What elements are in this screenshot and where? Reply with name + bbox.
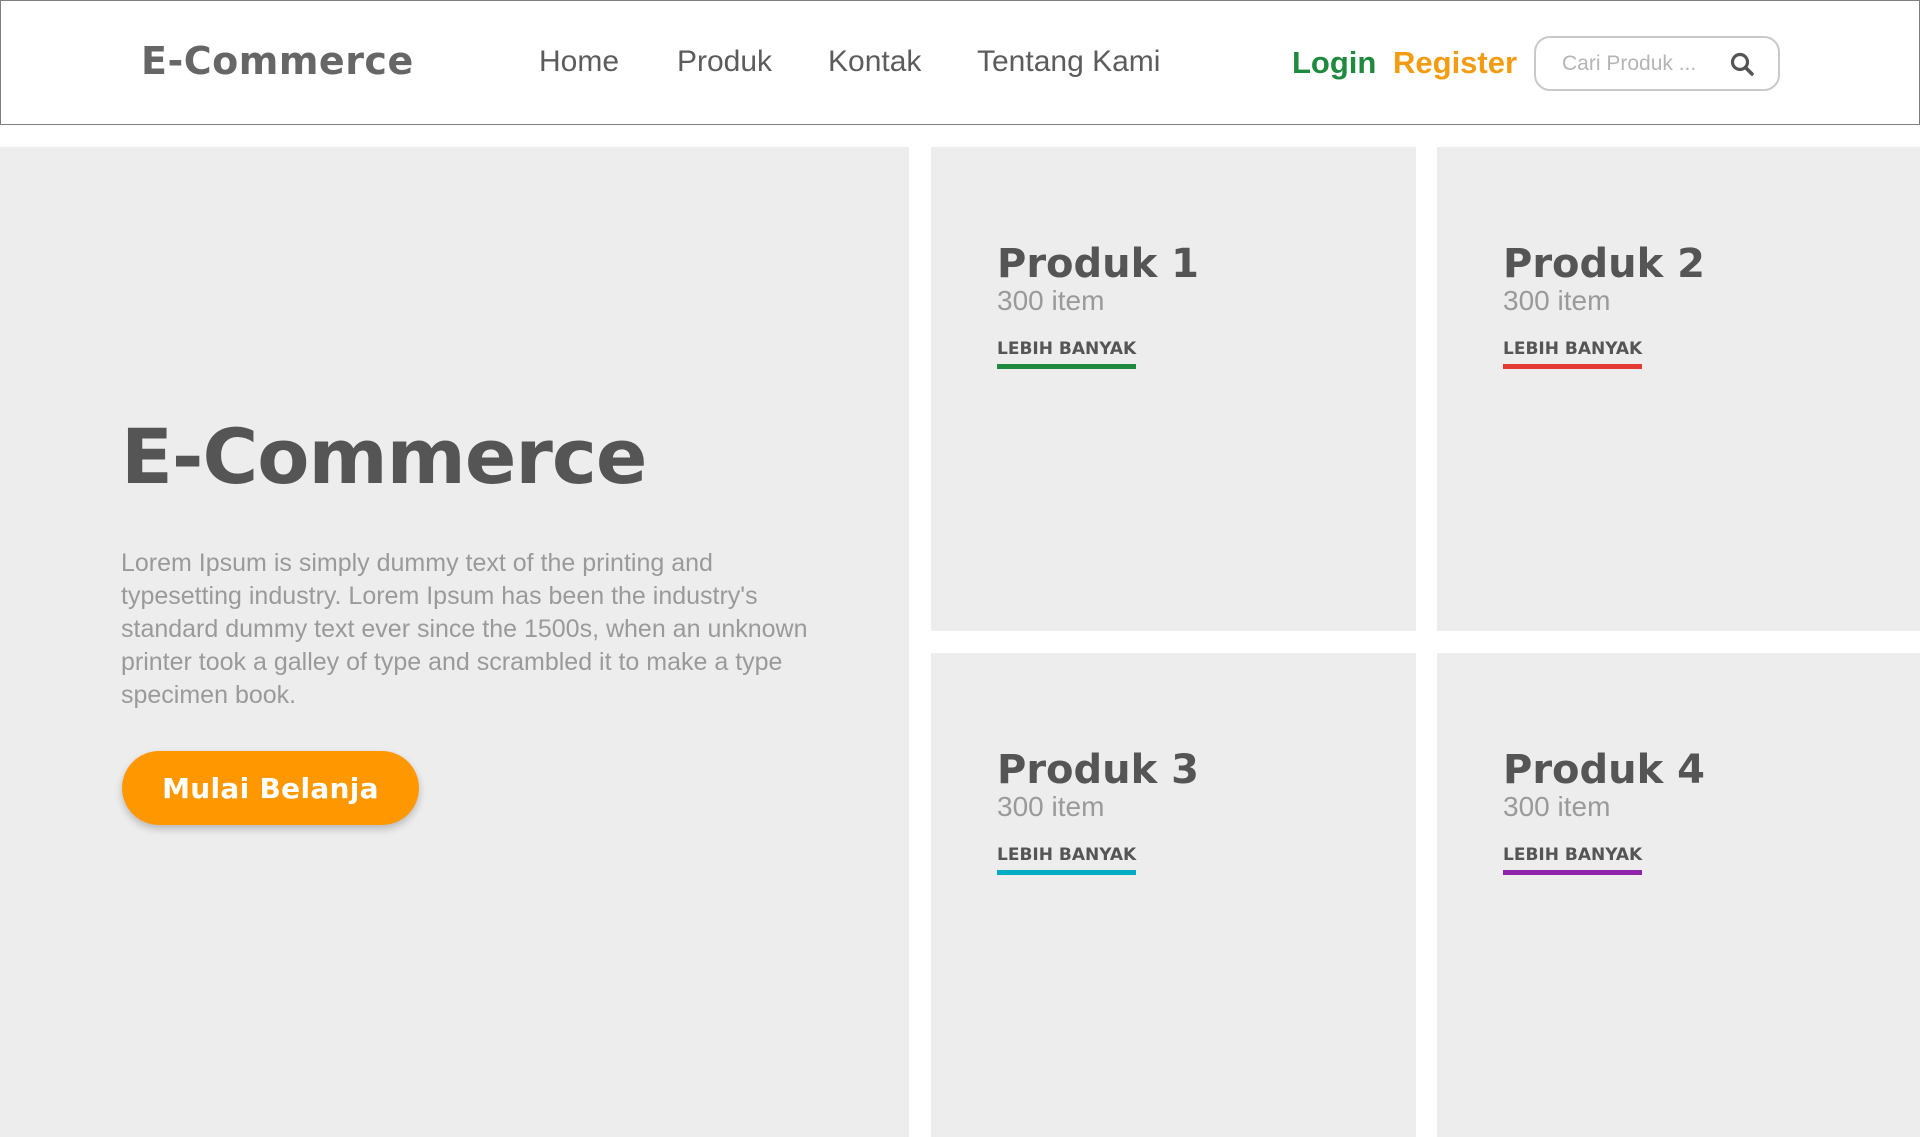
- hero-description: Lorem Ipsum is simply dummy text of the …: [121, 549, 808, 709]
- product-card-4[interactable]: Produk 4 300 item LEBIH BANYAK: [1437, 653, 1920, 1137]
- hero-panel: E-Commerce Lorem Ipsum is simply dummy t…: [0, 147, 909, 1137]
- nav-item-produk[interactable]: Produk: [677, 45, 772, 79]
- nav-item-home[interactable]: Home: [539, 45, 619, 79]
- nav-item-kontak[interactable]: Kontak: [828, 45, 921, 79]
- more-link[interactable]: LEBIH BANYAK: [997, 339, 1137, 369]
- site-header: E-Commerce Home Produk Kontak Tentang Ka…: [0, 0, 1920, 125]
- site-logo[interactable]: E-Commerce: [141, 39, 414, 83]
- product-count: 300 item: [1503, 791, 1611, 822]
- search-icon[interactable]: [1729, 51, 1755, 77]
- register-link[interactable]: Register: [1393, 45, 1517, 81]
- product-title: Produk 2: [1503, 241, 1705, 287]
- product-card-1[interactable]: Produk 1 300 item LEBIH BANYAK: [931, 147, 1416, 631]
- product-count: 300 item: [997, 791, 1105, 822]
- login-link[interactable]: Login: [1292, 45, 1376, 81]
- product-card-3[interactable]: Produk 3 300 item LEBIH BANYAK: [931, 653, 1416, 1137]
- more-link[interactable]: LEBIH BANYAK: [1503, 845, 1643, 875]
- product-count: 300 item: [997, 285, 1105, 316]
- more-link[interactable]: LEBIH BANYAK: [997, 845, 1137, 875]
- search-box: [1534, 36, 1780, 91]
- product-title: Produk 1: [997, 241, 1199, 287]
- product-title: Produk 4: [1503, 747, 1705, 793]
- hero-title: E-Commerce: [121, 412, 647, 501]
- nav-item-tentang-kami[interactable]: Tentang Kami: [977, 45, 1160, 79]
- product-count: 300 item: [1503, 285, 1611, 316]
- product-card-2[interactable]: Produk 2 300 item LEBIH BANYAK: [1437, 147, 1920, 631]
- start-shopping-button[interactable]: Mulai Belanja: [122, 751, 419, 825]
- search-input[interactable]: [1562, 50, 1722, 78]
- product-title: Produk 3: [997, 747, 1199, 793]
- more-link[interactable]: LEBIH BANYAK: [1503, 339, 1643, 369]
